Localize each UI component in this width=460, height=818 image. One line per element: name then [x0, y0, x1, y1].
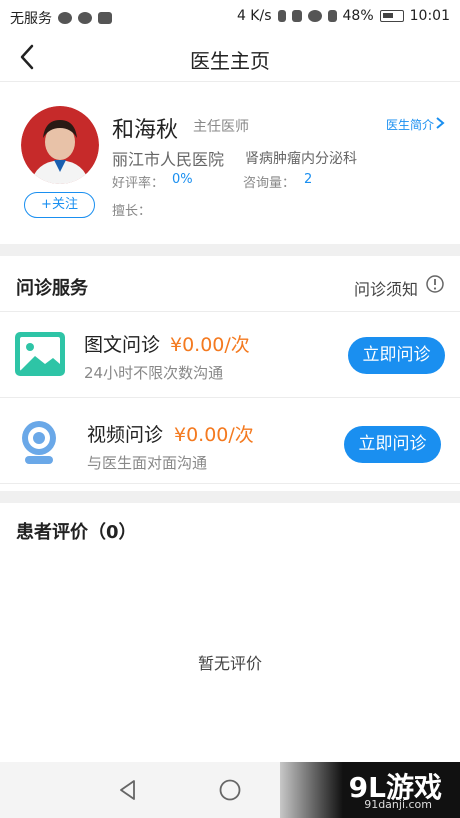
status-bar: 无服务 4 K/s 48% 10:01 — [0, 0, 460, 34]
nav-bar: 医生主页 — [0, 34, 460, 82]
rating-label: 好评率： — [112, 176, 165, 191]
specialty-label: 擅长： — [112, 204, 152, 219]
follow-button[interactable]: +关注 — [24, 192, 95, 218]
service-name: 图文问诊 — [84, 334, 161, 356]
doctor-name: 和海秋 — [112, 118, 179, 143]
section-divider — [0, 491, 460, 503]
service-name: 视频问诊 — [87, 424, 164, 446]
system-home-icon[interactable] — [218, 778, 242, 802]
doctor-avatar — [21, 106, 99, 184]
info-icon[interactable] — [425, 274, 445, 294]
consult-now-button[interactable]: 立即问诊 — [348, 337, 445, 374]
doctor-card: +关注 和海秋 主任医师 医生简介 丽江市人民医院 肾病肿瘤内分泌科 好评率： … — [0, 82, 460, 244]
service-item-video: 视频问诊 ¥0.00/次 与医生面对面沟通 立即问诊 — [0, 398, 460, 484]
carrier-text: 无服务 — [10, 11, 52, 27]
service-price: ¥0.00/次 — [174, 424, 254, 446]
vibrate-icon — [291, 10, 302, 22]
doctor-intro-link[interactable]: 医生简介 — [386, 116, 434, 133]
battery-percent: 48% — [342, 8, 374, 24]
site-watermark: 9L游戏 91danji.com — [280, 762, 460, 818]
page-title: 医生主页 — [190, 49, 270, 73]
rating-value: 0% — [172, 172, 193, 187]
service-description: 与医生面对面沟通 — [87, 454, 208, 472]
doctor-department: 肾病肿瘤内分泌科 — [245, 151, 357, 167]
network-speed: 4 K/s — [236, 8, 272, 24]
service-price: ¥0.00/次 — [170, 334, 250, 356]
alert-icon — [327, 10, 337, 22]
doctor-hospital: 丽江市人民医院 — [112, 150, 225, 169]
watermark-url: 91danji.com — [364, 798, 432, 811]
service-item-image-text: 图文问诊 ¥0.00/次 24小时不限次数沟通 立即问诊 — [0, 312, 460, 398]
app-icon — [78, 12, 92, 24]
bluetooth-icon — [277, 10, 286, 22]
services-header: 问诊服务 问诊须知 — [0, 256, 460, 312]
empty-reviews-text: 暂无评价 — [197, 654, 262, 673]
reviews-title: 患者评价（0） — [16, 522, 137, 543]
services-title: 问诊服务 — [16, 278, 88, 299]
consult-count-label: 咨询量： — [243, 176, 296, 191]
service-description: 24小时不限次数沟通 — [84, 364, 224, 382]
doctor-title: 主任医师 — [193, 119, 249, 135]
system-back-icon[interactable] — [116, 778, 140, 802]
chevron-right-icon[interactable] — [435, 116, 445, 130]
consult-notice-link[interactable]: 问诊须知 — [354, 276, 418, 300]
section-divider — [0, 244, 460, 256]
image-icon — [15, 332, 65, 376]
video-camera-icon — [22, 421, 56, 464]
cloud-icon — [58, 12, 72, 24]
clock: 10:01 — [409, 8, 450, 24]
consult-count-value: 2 — [304, 172, 313, 187]
battery-icon — [379, 10, 404, 22]
wifi-icon — [307, 10, 322, 22]
hd-icon — [98, 12, 112, 24]
consult-now-button[interactable]: 立即问诊 — [344, 426, 441, 463]
